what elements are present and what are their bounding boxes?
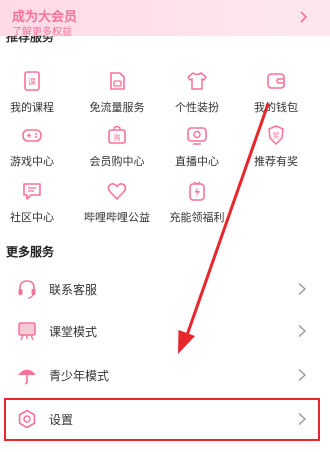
svg-text:购: 购 — [114, 133, 121, 142]
more-services-title: 更多服务 — [6, 245, 55, 259]
grid-label: 直播中心 — [175, 155, 219, 168]
grid-item-my-courses[interactable]: 课 我的课程 — [0, 70, 72, 115]
grid-label: 我的钱包 — [254, 101, 298, 114]
reward-badge-icon: 奖 — [268, 125, 284, 145]
sim-card-icon — [110, 72, 125, 90]
headset-icon — [18, 280, 36, 299]
grid-item-data-free[interactable]: 免流量服务 — [77, 70, 157, 115]
row-label: 课堂模式 — [49, 325, 98, 339]
grid-label: 会员购中心 — [89, 155, 145, 168]
row-classroom-mode[interactable]: 课堂模式 — [0, 310, 330, 352]
grid-item-charity[interactable]: 哔哩哔哩公益 — [77, 180, 157, 225]
grid-label: 个性装扮 — [175, 101, 219, 114]
shopping-bag-icon: 购 — [108, 125, 126, 144]
chevron-right-icon — [300, 11, 308, 23]
course-icon: 课 — [24, 71, 40, 91]
classroom-icon — [18, 322, 36, 341]
grid-label: 推荐有奖 — [254, 155, 298, 168]
row-teen-mode[interactable]: 青少年模式 — [0, 354, 330, 396]
grid-label: 免流量服务 — [89, 101, 145, 114]
row-label: 青少年模式 — [49, 369, 110, 383]
gamepad-icon — [22, 129, 42, 142]
wallet-icon — [267, 73, 285, 89]
svg-text:奖: 奖 — [273, 131, 280, 140]
grid-item-charge-rewards[interactable]: 充能领福利 — [157, 180, 237, 225]
chevron-right-icon — [298, 324, 307, 338]
settings-highlight-box — [4, 398, 320, 441]
community-icon — [23, 183, 41, 200]
services-section-title: 推荐服务 — [6, 36, 55, 44]
grid-label: 游戏中心 — [10, 155, 54, 168]
grid-item-wallet[interactable]: 我的钱包 — [236, 70, 316, 115]
grid-item-dressup[interactable]: 个性装扮 — [157, 70, 237, 115]
grid-item-mall[interactable]: 购 会员购中心 — [77, 124, 157, 169]
chevron-right-icon — [298, 282, 307, 296]
charge-gift-icon — [189, 181, 205, 201]
grid-item-referral[interactable]: 奖 推荐有奖 — [236, 124, 316, 169]
row-customer-service[interactable]: 联系客服 — [0, 268, 330, 310]
grid-item-live-center[interactable]: 直播中心 — [157, 124, 237, 169]
grid-label: 充能领福利 — [169, 211, 225, 224]
charity-heart-icon — [107, 183, 127, 200]
grid-item-game-center[interactable]: 游戏中心 — [0, 124, 72, 169]
tshirt-icon — [187, 72, 207, 90]
umbrella-icon — [18, 369, 36, 385]
grid-item-community[interactable]: 社区中心 — [0, 180, 72, 225]
grid-label: 我的课程 — [10, 101, 54, 114]
chevron-right-icon — [298, 368, 307, 382]
svg-text:课: 课 — [28, 78, 36, 87]
grid-label: 哔哩哔哩公益 — [84, 211, 150, 224]
vip-banner[interactable]: 成为大会员 了解更多权益 — [0, 0, 330, 38]
grid-label: 社区中心 — [10, 211, 54, 224]
row-label: 联系客服 — [49, 283, 98, 297]
tv-icon — [187, 127, 207, 145]
